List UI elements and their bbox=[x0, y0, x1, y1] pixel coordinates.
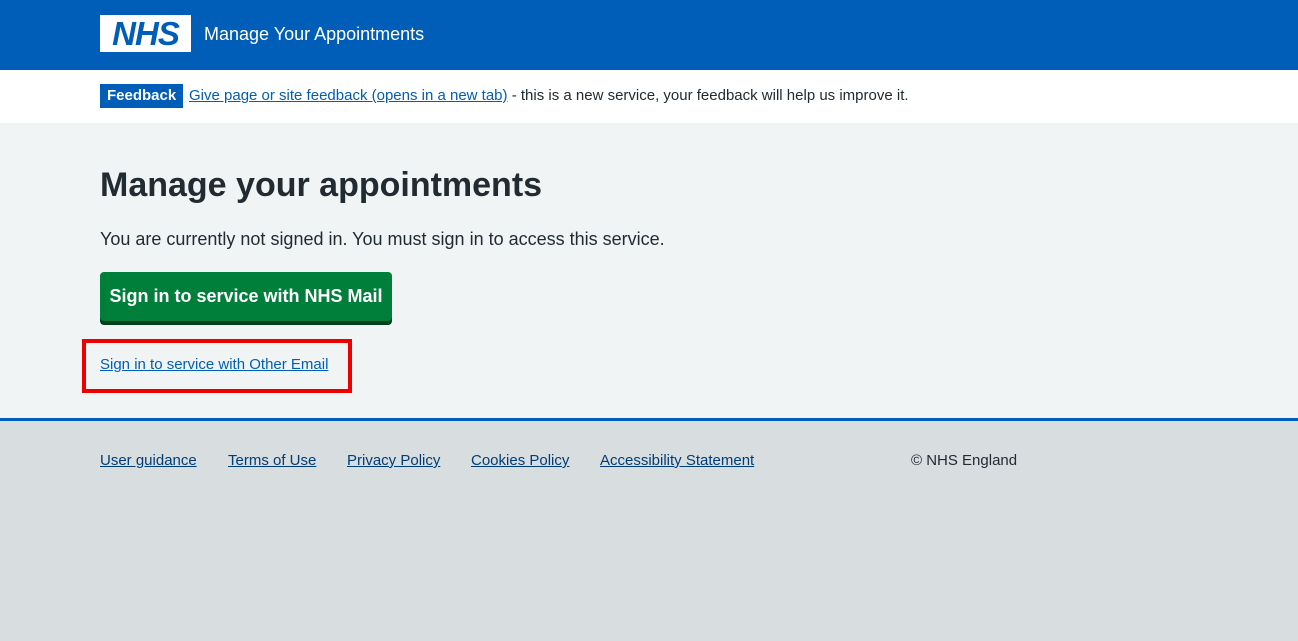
nhs-logo-text: NHS bbox=[112, 15, 180, 52]
footer-link-user-guidance[interactable]: User guidance bbox=[100, 452, 197, 470]
sign-in-status-text: You are currently not signed in. You mus… bbox=[100, 229, 665, 249]
copyright-text: © NHS England bbox=[911, 452, 1018, 469]
page-title: Manage your appointments bbox=[100, 166, 543, 204]
footer-link-privacy-policy[interactable]: Privacy Policy bbox=[347, 452, 440, 470]
site-header: NHS Manage Your Appointments bbox=[0, 0, 1298, 70]
sign-in-other-email-link[interactable]: Sign in to service with Other Email bbox=[100, 356, 328, 374]
service-name[interactable]: Manage Your Appointments bbox=[204, 23, 424, 45]
footer-link-terms-of-use[interactable]: Terms of Use bbox=[228, 452, 316, 470]
feedback-link[interactable]: Give page or site feedback (opens in a n… bbox=[189, 87, 508, 104]
feedback-tag: Feedback bbox=[100, 84, 184, 108]
feedback-trailing-text: - this is a new service, your feedback w… bbox=[507, 87, 909, 104]
nhs-logo[interactable]: NHS bbox=[100, 15, 191, 52]
footer-link-accessibility-statement[interactable]: Accessibility Statement bbox=[600, 452, 754, 470]
feedback-message: Give page or site feedback (opens in a n… bbox=[189, 87, 909, 105]
footer-link-cookies-policy[interactable]: Cookies Policy bbox=[471, 452, 569, 470]
sign-in-nhs-mail-button[interactable]: Sign in to service with NHS Mail bbox=[100, 272, 392, 321]
